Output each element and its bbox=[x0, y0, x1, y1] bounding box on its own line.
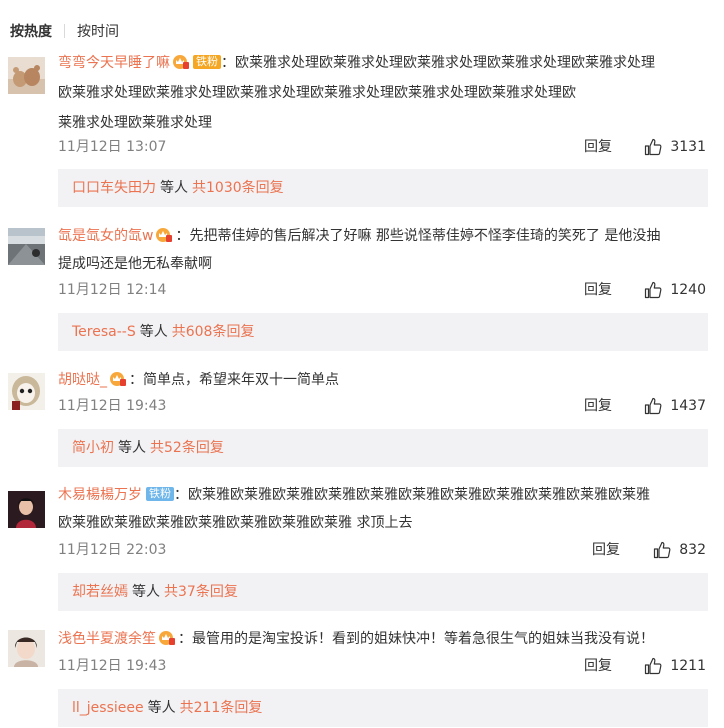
comment-text-line: 欧莱雅求处理欧莱雅求处理欧莱雅求处理欧莱雅求处理欧莱雅求处理欧莱雅求处理欧 bbox=[58, 85, 576, 101]
comment-text-line: 提成吗还是他无私奉献啊 bbox=[58, 256, 212, 272]
like-button[interactable]: 1240 bbox=[644, 279, 706, 301]
comment-meta: 11月12日 19:43 回复 1211 bbox=[58, 655, 706, 677]
comment-username[interactable]: 氙是氙女的氙w bbox=[58, 228, 153, 244]
replies-summary[interactable]: 却若丝嫣 等人 共37条回复 bbox=[58, 573, 708, 611]
avatar[interactable] bbox=[8, 228, 45, 265]
thumbs-up-icon bbox=[645, 281, 662, 299]
avatar[interactable] bbox=[8, 491, 45, 528]
reply-button[interactable]: 回复 bbox=[584, 395, 612, 417]
reply-button[interactable]: 回复 bbox=[584, 655, 612, 677]
comment-username[interactable]: 胡哒哒_ bbox=[58, 372, 107, 388]
like-count: 3131 bbox=[670, 139, 706, 155]
comment-meta: 11月12日 19:43 回复 1437 bbox=[58, 395, 706, 417]
avatar-image-icon bbox=[8, 491, 45, 528]
comment-username[interactable]: 弯弯今天早睡了嘛 bbox=[58, 55, 170, 71]
comment-time: 11月12日 22:03 bbox=[58, 542, 167, 558]
reply-total-link[interactable]: 共1030条回复 bbox=[192, 180, 284, 196]
avatar[interactable] bbox=[8, 630, 45, 667]
sort-bar: 按热度 按时间 bbox=[10, 17, 119, 45]
avatar[interactable] bbox=[8, 373, 45, 410]
vip-crown-icon bbox=[172, 51, 190, 81]
replies-summary[interactable]: ll_jessieee 等人 共211条回复 bbox=[58, 689, 708, 727]
reply-total-link[interactable]: 共608条回复 bbox=[172, 324, 255, 340]
sort-divider bbox=[64, 24, 65, 38]
avatar[interactable] bbox=[8, 57, 45, 94]
replies-summary[interactable]: 口口车失田力 等人 共1030条回复 bbox=[58, 169, 708, 207]
fan-badge: 铁粉 bbox=[146, 487, 174, 501]
replies-summary[interactable]: 简小初 等人 共52条回复 bbox=[58, 429, 708, 467]
fan-badge: 铁粉 bbox=[193, 55, 221, 69]
reply-total-link[interactable]: 共52条回复 bbox=[150, 440, 224, 456]
avatar-image-icon bbox=[8, 57, 45, 94]
thumbs-up-icon bbox=[645, 138, 662, 156]
comment-time: 11月12日 13:07 bbox=[58, 139, 167, 155]
like-button[interactable]: 1211 bbox=[644, 655, 706, 677]
comment-username[interactable]: 浅色半夏渡余笙 bbox=[58, 631, 156, 647]
comment-meta: 11月12日 22:03 回复 832 bbox=[58, 539, 706, 561]
comment-time: 11月12日 19:43 bbox=[58, 398, 167, 414]
thumbs-up-icon bbox=[654, 541, 671, 559]
comment-text-line: 欧莱雅欧莱雅欧莱雅欧莱雅欧莱雅欧莱雅欧莱雅 求顶上去 bbox=[58, 515, 413, 531]
like-count: 1211 bbox=[670, 658, 706, 674]
sort-by-time-tab[interactable]: 按时间 bbox=[77, 21, 119, 41]
reply-button[interactable]: 回复 bbox=[592, 539, 620, 561]
comment-text-line: 莱雅求处理欧莱雅求处理 bbox=[58, 115, 212, 131]
like-count: 1240 bbox=[670, 282, 706, 298]
comment-meta: 11月12日 13:07 回复 3131 bbox=[58, 136, 706, 158]
comment-text: 胡哒哒_ ：简单点，希望来年双十一简单点 bbox=[58, 365, 706, 398]
comment-meta: 11月12日 12:14 回复 1240 bbox=[58, 279, 706, 301]
like-count: 832 bbox=[679, 542, 706, 558]
comment-text: 浅色半夏渡余笙 ：最管用的是淘宝投诉！看到的姐妹快冲！等着急很生气的姐妹当我没有说… bbox=[58, 624, 706, 657]
sort-by-hot-tab[interactable]: 按热度 bbox=[10, 21, 52, 41]
like-button[interactable]: 3131 bbox=[644, 136, 706, 158]
comment-text: 弯弯今天早睡了嘛 铁粉 ：欧莱雅求处理欧莱雅求处理欧莱雅求处理欧莱雅求处理欧莱雅求处… bbox=[58, 48, 706, 81]
comment-text: 木易楊楊万岁 铁粉 ：欧莱雅欧莱雅欧莱雅欧莱雅欧莱雅欧莱雅欧莱雅欧莱雅欧莱雅欧莱雅欧… bbox=[58, 487, 650, 503]
like-button[interactable]: 1437 bbox=[644, 395, 706, 417]
avatar-image-icon bbox=[8, 630, 45, 667]
vip-crown-icon bbox=[158, 627, 176, 657]
thumbs-up-icon bbox=[645, 657, 662, 675]
replies-summary[interactable]: Teresa--S 等人 共608条回复 bbox=[58, 313, 708, 351]
comment-time: 11月12日 12:14 bbox=[58, 282, 167, 298]
like-button[interactable]: 832 bbox=[653, 539, 706, 561]
reply-button[interactable]: 回复 bbox=[584, 279, 612, 301]
avatar-image-icon bbox=[8, 373, 45, 410]
vip-crown-icon bbox=[109, 368, 127, 398]
reply-button[interactable]: 回复 bbox=[584, 136, 612, 158]
reply-total-link[interactable]: 共37条回复 bbox=[164, 584, 238, 600]
reply-username[interactable]: 简小初 bbox=[72, 440, 114, 456]
thumbs-up-icon bbox=[645, 397, 662, 415]
comment-username[interactable]: 木易楊楊万岁 bbox=[58, 487, 142, 503]
avatar-image-icon bbox=[8, 228, 45, 265]
reply-username[interactable]: 口口车失田力 bbox=[72, 180, 156, 196]
comment-time: 11月12日 19:43 bbox=[58, 658, 167, 674]
like-count: 1437 bbox=[670, 398, 706, 414]
reply-username[interactable]: 却若丝嫣 bbox=[72, 584, 128, 600]
reply-username[interactable]: Teresa--S bbox=[72, 324, 136, 340]
reply-username[interactable]: ll_jessieee bbox=[72, 700, 144, 716]
reply-total-link[interactable]: 共211条回复 bbox=[180, 700, 263, 716]
